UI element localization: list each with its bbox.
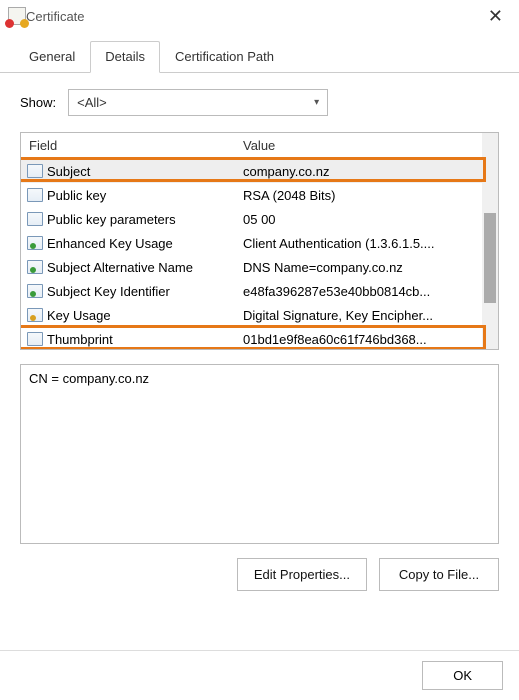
titlebar: Certificate ✕: [0, 0, 519, 32]
table-row[interactable]: Key UsageDigital Signature, Key Encipher…: [21, 303, 498, 327]
column-header-value[interactable]: Value: [239, 138, 498, 153]
scrollbar[interactable]: [482, 133, 498, 349]
field-value: 01bd1e9f8ea60c61f746bd368...: [239, 332, 498, 347]
column-header-field[interactable]: Field: [21, 138, 239, 153]
field-value: RSA (2048 Bits): [239, 188, 498, 203]
field-name: Thumbprint: [45, 332, 239, 347]
certificate-field-icon: [27, 164, 43, 178]
list-header: Field Value: [21, 133, 498, 159]
field-value: e48fa396287e53e40bb0814cb...: [239, 284, 498, 299]
row-icon-cell: [21, 164, 45, 178]
close-icon[interactable]: ✕: [480, 2, 511, 31]
row-icon-cell: [21, 236, 45, 250]
list-body: Subjectcompany.co.nzPublic keyRSA (2048 …: [21, 159, 498, 350]
copy-to-file-button[interactable]: Copy to File...: [379, 558, 499, 591]
show-label: Show:: [20, 95, 56, 110]
row-icon-cell: [21, 260, 45, 274]
certificate-field-icon: [27, 188, 43, 202]
action-button-row: Edit Properties... Copy to File...: [20, 558, 499, 591]
row-icon-cell: [21, 308, 45, 322]
show-filter-row: Show: <All> ▾: [20, 89, 499, 116]
field-value: company.co.nz: [239, 164, 498, 179]
ok-button[interactable]: OK: [422, 661, 503, 690]
extension-icon: [27, 260, 43, 274]
row-icon-cell: [21, 284, 45, 298]
window-title: Certificate: [26, 9, 480, 24]
show-select-value: <All>: [77, 95, 107, 110]
tab-bar: General Details Certification Path: [0, 32, 519, 73]
certificate-field-icon: [27, 212, 43, 226]
field-value: DNS Name=company.co.nz: [239, 260, 498, 275]
table-row[interactable]: Subject Alternative NameDNS Name=company…: [21, 255, 498, 279]
content-area: Show: <All> ▾ Field Value Subjectcompany…: [0, 73, 519, 601]
extension-icon: [27, 284, 43, 298]
field-name: Enhanced Key Usage: [45, 236, 239, 251]
field-name: Subject: [45, 164, 239, 179]
certificate-field-icon: [27, 332, 43, 346]
row-icon-cell: [21, 188, 45, 202]
row-icon-cell: [21, 332, 45, 346]
row-icon-cell: [21, 212, 45, 226]
table-row[interactable]: Enhanced Key UsageClient Authentication …: [21, 231, 498, 255]
field-name: Subject Key Identifier: [45, 284, 239, 299]
field-name: Public key: [45, 188, 239, 203]
key-usage-icon: [27, 308, 43, 322]
field-value: Digital Signature, Key Encipher...: [239, 308, 498, 323]
table-row[interactable]: Public keyRSA (2048 Bits): [21, 183, 498, 207]
extension-icon: [27, 236, 43, 250]
field-name: Subject Alternative Name: [45, 260, 239, 275]
field-value: 05 00: [239, 212, 498, 227]
scrollbar-thumb[interactable]: [484, 213, 496, 303]
certificate-app-icon: [8, 7, 26, 25]
table-row[interactable]: Public key parameters05 00: [21, 207, 498, 231]
table-row[interactable]: Thumbprint01bd1e9f8ea60c61f746bd368...: [21, 327, 498, 350]
detail-text: CN = company.co.nz: [29, 371, 149, 386]
tab-certification-path[interactable]: Certification Path: [160, 41, 289, 73]
table-row[interactable]: Subjectcompany.co.nz: [21, 159, 498, 183]
field-value: Client Authentication (1.3.6.1.5....: [239, 236, 498, 251]
table-row[interactable]: Subject Key Identifiere48fa396287e53e40b…: [21, 279, 498, 303]
edit-properties-button[interactable]: Edit Properties...: [237, 558, 367, 591]
field-name: Key Usage: [45, 308, 239, 323]
tab-general[interactable]: General: [14, 41, 90, 73]
chevron-down-icon: ▾: [314, 97, 319, 108]
field-name: Public key parameters: [45, 212, 239, 227]
show-select[interactable]: <All> ▾: [68, 89, 328, 116]
detail-textbox[interactable]: CN = company.co.nz: [20, 364, 499, 544]
tab-details[interactable]: Details: [90, 41, 160, 73]
fields-listbox[interactable]: Field Value Subjectcompany.co.nzPublic k…: [20, 132, 499, 350]
dialog-footer: OK: [0, 650, 519, 700]
